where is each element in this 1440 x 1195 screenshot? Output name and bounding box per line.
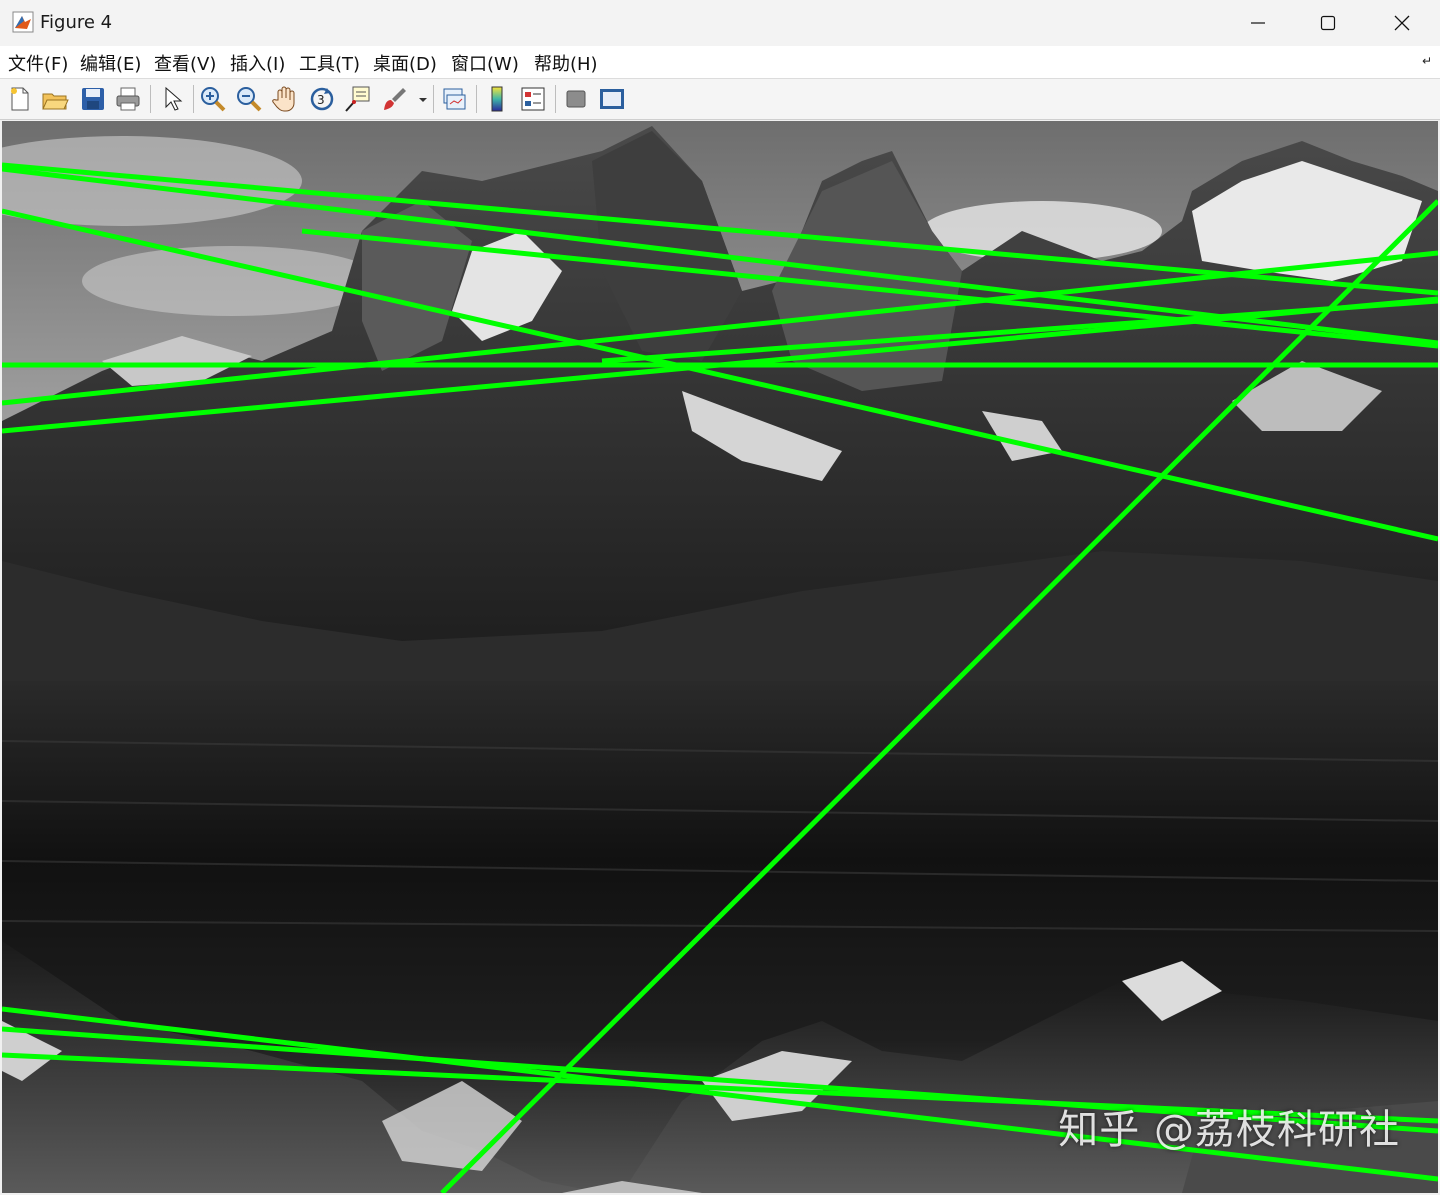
menu-help[interactable]: 帮助(H) bbox=[534, 50, 598, 76]
close-button[interactable] bbox=[1366, 0, 1438, 46]
open-file-icon[interactable] bbox=[40, 84, 70, 114]
figure-toolbar: 3 bbox=[0, 79, 1440, 120]
menu-edit[interactable]: 编辑(E) bbox=[80, 50, 141, 76]
menu-desktop[interactable]: 桌面(D) bbox=[373, 50, 437, 76]
print-icon[interactable] bbox=[113, 84, 143, 114]
matlab-icon bbox=[12, 11, 34, 33]
show-plot-tools-icon[interactable] bbox=[597, 84, 627, 114]
brush-icon[interactable] bbox=[380, 84, 410, 114]
minimize-button[interactable] bbox=[1222, 0, 1294, 46]
menu-bar: 文件(F) 编辑(E) 查看(V) 插入(I) 工具(T) 桌面(D) 窗口(W… bbox=[0, 46, 1440, 79]
title-bar: Figure 4 bbox=[0, 0, 1440, 47]
window-title: Figure 4 bbox=[40, 12, 113, 33]
menu-window[interactable]: 窗口(W) bbox=[451, 50, 519, 76]
pan-hand-icon[interactable] bbox=[270, 84, 300, 114]
data-cursor-icon[interactable] bbox=[343, 84, 373, 114]
mountain-image bbox=[2, 121, 1438, 1193]
colorbar-icon[interactable] bbox=[482, 84, 512, 114]
link-plot-icon[interactable] bbox=[439, 84, 469, 114]
maximize-button[interactable] bbox=[1292, 0, 1364, 46]
minimize-icon bbox=[1251, 22, 1265, 24]
dock-arrow-icon[interactable]: ↵ bbox=[1422, 54, 1432, 68]
menu-view[interactable]: 查看(V) bbox=[154, 50, 216, 76]
zoom-out-icon[interactable] bbox=[234, 84, 264, 114]
menu-insert[interactable]: 插入(I) bbox=[230, 50, 285, 76]
menu-file[interactable]: 文件(F) bbox=[8, 50, 68, 76]
watermark-text: 知乎 @荔枝科研社 bbox=[1058, 1107, 1400, 1153]
svg-text:3: 3 bbox=[317, 93, 325, 107]
zoom-in-icon[interactable] bbox=[198, 84, 228, 114]
new-figure-icon[interactable] bbox=[5, 84, 35, 114]
maximize-icon bbox=[1320, 15, 1336, 31]
menu-tools[interactable]: 工具(T) bbox=[299, 50, 360, 76]
figure-axes[interactable]: 知乎 @荔枝科研社 bbox=[2, 121, 1438, 1193]
legend-icon[interactable] bbox=[518, 84, 548, 114]
rotate-3d-icon[interactable]: 3 bbox=[307, 84, 337, 114]
hide-plot-tools-icon[interactable] bbox=[561, 84, 591, 114]
brush-dropdown-chevron-down-icon[interactable] bbox=[416, 84, 430, 114]
close-icon bbox=[1394, 15, 1410, 31]
edit-plot-arrow-icon[interactable] bbox=[157, 84, 187, 114]
save-icon[interactable] bbox=[78, 84, 108, 114]
